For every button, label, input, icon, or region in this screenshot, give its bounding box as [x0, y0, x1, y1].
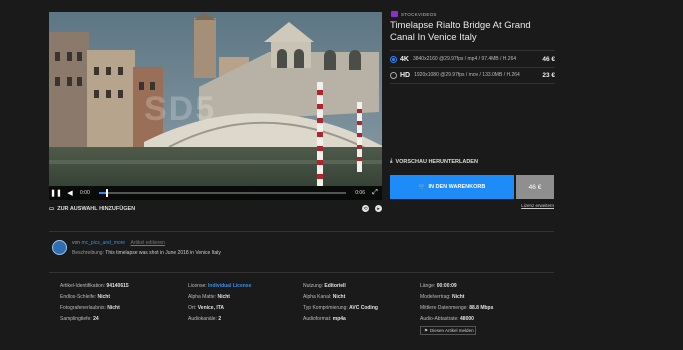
meta-item: Alpha Kanal: Nicht — [303, 294, 346, 300]
folder-plus-icon: ▭ — [49, 206, 55, 212]
option-spec: 1920x1080 @29.97fps / mov / 133.0MB / H.… — [414, 72, 520, 78]
video-player[interactable]: SD5 ❚❚ ◀ 0:00 0:06 ⤢ — [49, 12, 382, 200]
add-to-selection-button[interactable]: ▭ ZUR AUSWAHL HINZUFÜGEN — [49, 206, 135, 212]
report-label: Diesen Artikel melden — [430, 328, 474, 333]
source-badge: STOCKVIDEOS — [391, 11, 437, 17]
watermark: SD5 — [144, 90, 217, 128]
radio-unselected-icon[interactable] — [390, 71, 397, 79]
cart-price: 46 € — [516, 175, 554, 199]
option-price: 46 € — [542, 55, 555, 63]
pause-button[interactable]: ❚❚ — [49, 186, 63, 200]
add-to-cart-label: IN DEN WARENKORB — [428, 184, 486, 190]
meta-item: Audioformat: mp4a — [303, 316, 346, 322]
option-spec: 3840x2160 @29.97fps / mp4 / 97.4MB / H.2… — [412, 56, 517, 62]
meta-item: Audio-Abtastrate: 48000 — [420, 316, 474, 322]
divider — [49, 231, 554, 232]
extend-license-link[interactable]: Lizenz erweitern — [500, 203, 554, 208]
current-time: 0:00 — [80, 190, 90, 196]
description: Beschreibung: This timelapse was shot in… — [72, 250, 221, 256]
meta-item: Audiokanäle: 2 — [188, 316, 222, 322]
fullscreen-icon: ⤢ — [372, 189, 378, 196]
add-to-cart-button[interactable]: 🛒 IN DEN WARENKORB — [390, 175, 514, 199]
report-article-button[interactable]: ⚑ Diesen Artikel melden — [420, 326, 476, 335]
by-label: von — [72, 240, 81, 246]
player-controls: ❚❚ ◀ 0:00 0:06 ⤢ — [49, 186, 382, 200]
cart-icon: 🛒 — [418, 184, 426, 190]
fullscreen-button[interactable]: ⤢ — [368, 186, 382, 200]
meta-item: Alpha Matte: Nicht — [188, 294, 230, 300]
meta-item: Modelvertrag: Nicht — [420, 294, 465, 300]
download-icon: ⤓ — [390, 158, 393, 164]
author-link[interactable]: mc_pics_and_more — [81, 240, 125, 246]
badge-label: STOCKVIDEOS — [401, 11, 437, 17]
divider — [390, 83, 555, 84]
speaker-icon: ◀ — [67, 190, 73, 197]
meta-item: Ort: Venice, ITA — [188, 305, 225, 311]
progress-handle[interactable] — [106, 189, 109, 197]
option-quality: HD — [400, 71, 411, 79]
radio-selected-icon[interactable] — [390, 55, 397, 63]
download-preview-label: VORSCHAU HERUNTERLADEN — [395, 158, 478, 165]
meta-item: Artikel-Identifikation: 94140615 — [60, 283, 129, 289]
progress-fill — [98, 192, 107, 194]
option-price: 23 € — [542, 71, 555, 79]
meta-item: Länge: 00:00:09 — [420, 283, 457, 289]
option-hd[interactable]: HD 1920x1080 @29.97fps / mov / 133.0MB /… — [390, 68, 555, 82]
meta-item: Fotografenerlaubnis: Nicht — [60, 305, 120, 311]
option-4k[interactable]: 4K 3840x2160 @29.97fps / mp4 / 97.4MB / … — [390, 52, 555, 66]
description-label: Beschreibung: — [72, 250, 104, 256]
divider — [49, 272, 554, 273]
meta-item: Endlos-Schleife: Nicht — [60, 294, 111, 300]
option-quality: 4K — [400, 55, 409, 63]
progress-bar[interactable] — [98, 189, 347, 197]
meta-item: Mittlere Datenmenge: 88.8 Mbps — [420, 305, 494, 311]
download-preview-link[interactable]: ⤓ VORSCHAU HERUNTERLADEN — [390, 158, 478, 165]
stockvideos-logo-icon — [391, 11, 398, 17]
meta-item: Nutzung: Editoriell — [303, 283, 346, 289]
avatar[interactable] — [52, 240, 67, 255]
license-link[interactable]: Individual License — [208, 283, 251, 289]
product-title: Timelapse Rialto Bridge At Grand Canal I… — [390, 20, 531, 43]
flag-icon: ⚑ — [424, 327, 429, 333]
meta-item: License: Individual License — [188, 283, 252, 289]
edit-article-link[interactable]: Artikel editieren — [130, 240, 164, 246]
pause-icon: ❚❚ — [50, 190, 62, 197]
meta-item: Samplingtiefe: 24 — [60, 316, 99, 322]
lightbox-icon[interactable]: ▸ — [375, 205, 382, 212]
description-text: This timelapse was shot in June 2018 in … — [105, 250, 221, 256]
meta-item: Typ Komprimierung: AVC Coding — [303, 305, 378, 311]
duration: 0:06 — [355, 190, 365, 196]
share-icon[interactable]: ⟲ — [362, 205, 369, 212]
share-icons: ⟲ ▸ — [362, 205, 382, 212]
add-selection-label: ZUR AUSWAHL HINZUFÜGEN — [57, 206, 136, 212]
author-byline: von mc_pics_and_more Artikel editieren — [72, 240, 165, 246]
divider — [390, 50, 555, 51]
volume-button[interactable]: ◀ — [63, 186, 77, 200]
